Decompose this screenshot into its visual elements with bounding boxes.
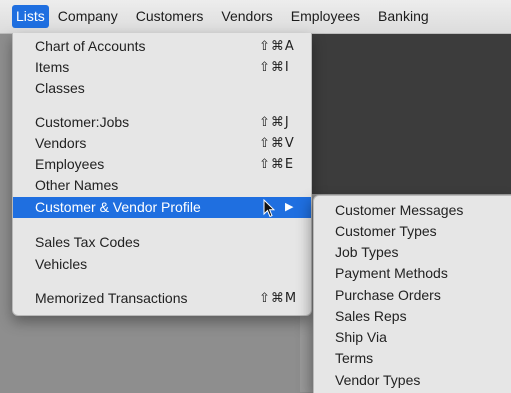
menu-item-classes[interactable]: Classes xyxy=(13,78,311,99)
menu-item-label: Items xyxy=(35,59,70,75)
submenu-item-label: Customer Messages xyxy=(335,202,464,218)
menu-company[interactable]: Company xyxy=(49,0,127,33)
shortcut-label: ⇧⌘I xyxy=(259,60,290,75)
submenu-item-label: Payment Methods xyxy=(335,265,448,281)
menu-banking[interactable]: Banking xyxy=(369,0,438,33)
menu-bar: Lists Company Customers Vendors Employee… xyxy=(0,0,511,34)
mouse-pointer-icon xyxy=(263,199,275,218)
menu-separator xyxy=(21,103,303,104)
menu-item-chart-of-accounts[interactable]: Chart of Accounts ⇧⌘A xyxy=(13,36,311,57)
submenu-item-label: Purchase Orders xyxy=(335,287,441,303)
menu-item-items[interactable]: Items ⇧⌘I xyxy=(13,57,311,78)
shortcut-label: ⇧⌘J xyxy=(259,115,290,130)
shortcut-label: ⇧⌘E xyxy=(259,157,295,172)
menu-item-label: Chart of Accounts xyxy=(35,38,146,54)
shortcut-label: ⇧⌘M xyxy=(259,291,298,306)
menu-item-customer-jobs[interactable]: Customer:Jobs ⇧⌘J xyxy=(13,112,311,133)
menu-item-label: Customer:Jobs xyxy=(35,114,130,130)
submenu-item-terms[interactable]: Terms xyxy=(314,348,511,369)
submenu-item-sales-reps[interactable]: Sales Reps xyxy=(314,306,511,327)
menu-vendors[interactable]: Vendors xyxy=(212,0,281,33)
submenu-item-label: Terms xyxy=(335,350,374,366)
menu-lists[interactable]: Lists xyxy=(12,5,49,28)
submenu-arrow-icon: ▶ xyxy=(285,201,294,213)
submenu-item-customer-messages[interactable]: Customer Messages xyxy=(314,200,511,221)
submenu-item-label: Ship Via xyxy=(335,329,387,345)
menu-separator xyxy=(21,279,303,280)
menu-employees[interactable]: Employees xyxy=(282,0,369,33)
submenu-item-label: Sales Reps xyxy=(335,308,407,324)
submenu-item-job-types[interactable]: Job Types xyxy=(314,242,511,263)
menu-item-label: Vehicles xyxy=(35,256,88,272)
menu-item-label: Other Names xyxy=(35,177,119,193)
submenu-item-purchase-orders[interactable]: Purchase Orders xyxy=(314,285,511,306)
submenu-item-ship-via[interactable]: Ship Via xyxy=(314,327,511,348)
menu-item-sales-tax-codes[interactable]: Sales Tax Codes xyxy=(13,232,311,253)
menu-item-label: Classes xyxy=(35,80,85,96)
submenu-item-label: Job Types xyxy=(335,244,399,260)
submenu-item-payment-methods[interactable]: Payment Methods xyxy=(314,263,511,284)
menu-item-label: Customer & Vendor Profile xyxy=(35,199,201,215)
lists-dropdown-menu: Chart of Accounts ⇧⌘A Items ⇧⌘I Classes … xyxy=(12,33,312,316)
menu-item-vendors[interactable]: Vendors ⇧⌘V xyxy=(13,133,311,154)
submenu-item-vendor-types[interactable]: Vendor Types xyxy=(314,370,511,391)
menu-separator xyxy=(21,224,303,225)
menu-item-memorized-transactions[interactable]: Memorized Transactions ⇧⌘M xyxy=(13,288,311,309)
shortcut-label: ⇧⌘A xyxy=(259,39,295,54)
customer-vendor-profile-submenu: Customer Messages Customer Types Job Typ… xyxy=(313,195,511,393)
submenu-item-customer-types[interactable]: Customer Types xyxy=(314,221,511,242)
menu-item-other-names[interactable]: Other Names xyxy=(13,175,311,196)
submenu-item-label: Vendor Types xyxy=(335,372,421,388)
menu-item-vehicles[interactable]: Vehicles xyxy=(13,254,311,275)
menu-item-employees[interactable]: Employees ⇧⌘E xyxy=(13,154,311,175)
menu-item-label: Employees xyxy=(35,156,105,172)
menu-customers[interactable]: Customers xyxy=(127,0,213,33)
menu-item-label: Memorized Transactions xyxy=(35,290,188,306)
menu-item-label: Sales Tax Codes xyxy=(35,234,140,250)
menu-item-label: Vendors xyxy=(35,135,87,151)
menu-item-customer-vendor-profile[interactable]: Customer & Vendor Profile ▶ xyxy=(13,197,311,218)
submenu-item-label: Customer Types xyxy=(335,223,437,239)
shortcut-label: ⇧⌘V xyxy=(259,136,295,151)
